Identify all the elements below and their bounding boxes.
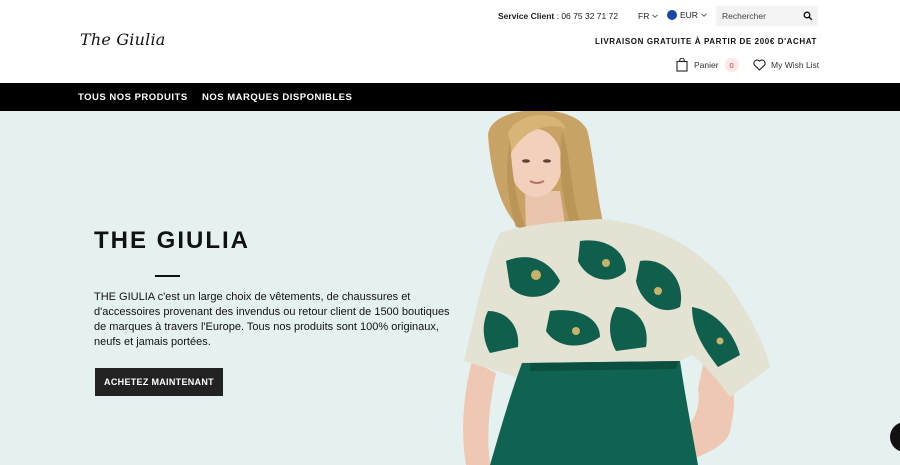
- chat-widget-button[interactable]: [890, 422, 900, 452]
- wishlist-link[interactable]: My Wish List: [753, 59, 819, 71]
- currency-value: EUR: [680, 10, 698, 20]
- currency-selector[interactable]: EUR: [667, 10, 707, 20]
- shop-now-button[interactable]: ACHETEZ MAINTENANT: [95, 368, 223, 396]
- site-logo[interactable]: The Giulia: [80, 30, 166, 49]
- search-input[interactable]: [722, 11, 800, 21]
- hero-description: THE GIULIA c'est un large choix de vêtem…: [94, 291, 450, 348]
- service-phone[interactable]: : 06 75 32 71 72: [557, 11, 618, 21]
- customer-service: Service Client : 06 75 32 71 72: [498, 11, 618, 21]
- search-icon[interactable]: [803, 11, 813, 21]
- heart-icon: [753, 59, 766, 71]
- nav-item-all-products[interactable]: TOUS NOS PRODUITS: [78, 92, 188, 103]
- wishlist-label: My Wish List: [771, 60, 820, 70]
- hero-title: THE GIULIA: [94, 227, 250, 254]
- chevron-down-icon: [701, 13, 707, 17]
- shopping-bag-icon: [676, 58, 688, 72]
- free-shipping-notice: LIVRAISON GRATUITE À PARTIR DE 200€ D'AC…: [595, 37, 817, 46]
- cart-label: Panier: [694, 60, 719, 70]
- language-value: FR: [638, 11, 650, 21]
- nav-item-brands[interactable]: NOS MARQUES DISPONIBLES: [202, 92, 352, 103]
- hero-banner: THE GIULIA THE GIULIA c'est un large cho…: [0, 111, 900, 465]
- cart-count-badge: 0: [724, 58, 739, 72]
- site-header: The Giulia Service Client : 06 75 32 71 …: [0, 0, 900, 83]
- model-photo: [463, 111, 770, 465]
- eu-flag-icon: [667, 10, 677, 20]
- cart-button[interactable]: Panier 0: [676, 58, 739, 72]
- hero-divider: [155, 275, 180, 277]
- chevron-down-icon: [652, 14, 659, 18]
- language-selector[interactable]: FR: [638, 11, 659, 21]
- main-nav: TOUS NOS PRODUITS NOS MARQUES DISPONIBLE…: [0, 83, 900, 111]
- service-label: Service Client: [498, 11, 555, 21]
- search-box: [716, 6, 818, 26]
